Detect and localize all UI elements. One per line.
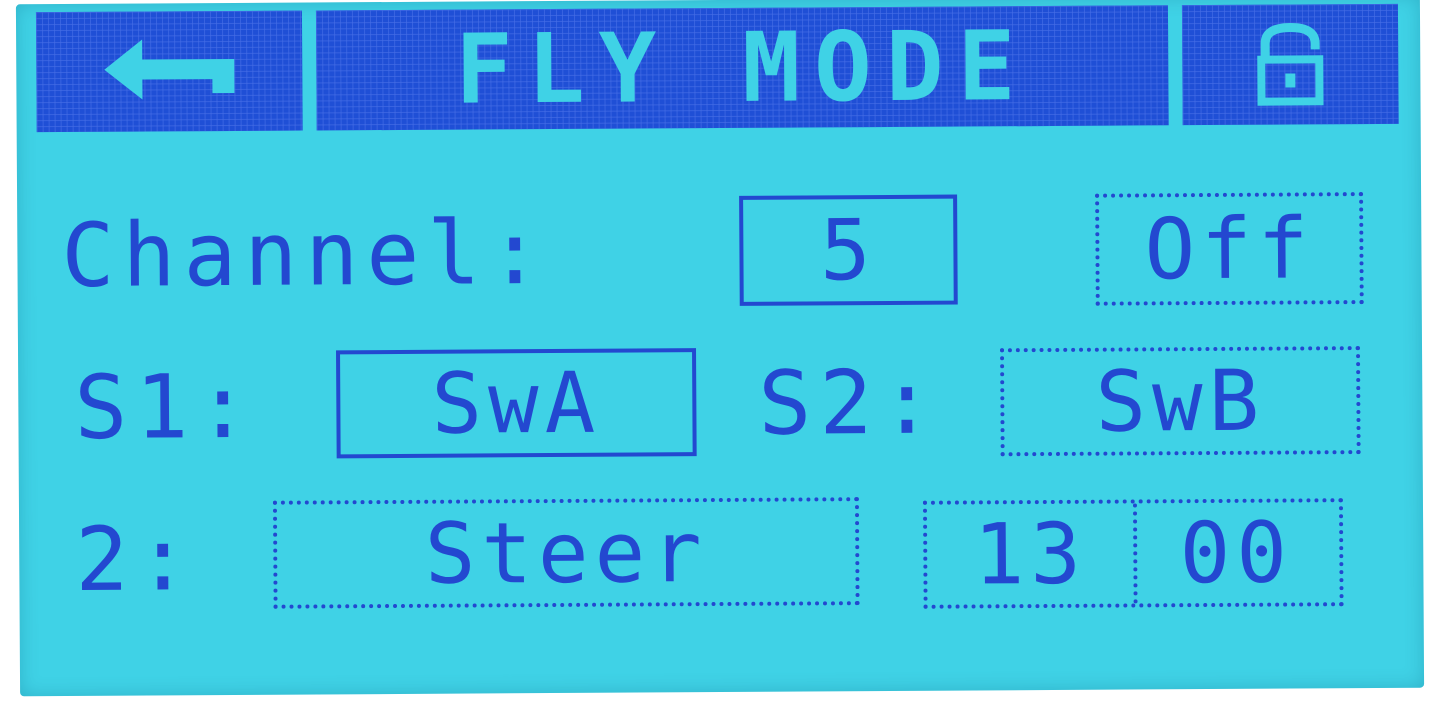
lcd-screen: FLY MODE Channel: 5 Off S1: SwA S2: SwB … — [15, 0, 1425, 697]
back-arrow-icon — [94, 31, 244, 112]
lock-button[interactable] — [1181, 3, 1399, 126]
channel-state-toggle[interactable]: Off — [1095, 192, 1364, 306]
back-button[interactable] — [35, 10, 303, 133]
channel-value-box[interactable]: 5 — [739, 194, 958, 306]
channel-value: 5 — [819, 201, 877, 300]
s2-switch-value: SwB — [1095, 351, 1266, 451]
mode-label: 2: — [74, 507, 198, 611]
mode-value-right: 00 — [1179, 503, 1294, 603]
s2-switch-box[interactable]: SwB — [1000, 346, 1361, 457]
channel-state: Off — [1144, 199, 1315, 299]
mode-function-value: Steer — [424, 503, 708, 603]
page-title: FLY MODE — [454, 10, 1030, 126]
title-bar: FLY MODE — [315, 5, 1169, 131]
s1-switch-box[interactable]: SwA — [336, 348, 697, 459]
mode-function-box[interactable]: Steer — [272, 497, 860, 609]
mode-value-box[interactable]: 13 00 — [922, 498, 1344, 609]
mode-value-left: 13 — [973, 504, 1088, 604]
lock-icon — [1235, 19, 1346, 110]
s2-label: S2: — [758, 350, 942, 455]
s1-switch-value: SwA — [431, 353, 602, 453]
s1-label: S1: — [74, 354, 258, 459]
channel-label: Channel: — [61, 201, 550, 308]
